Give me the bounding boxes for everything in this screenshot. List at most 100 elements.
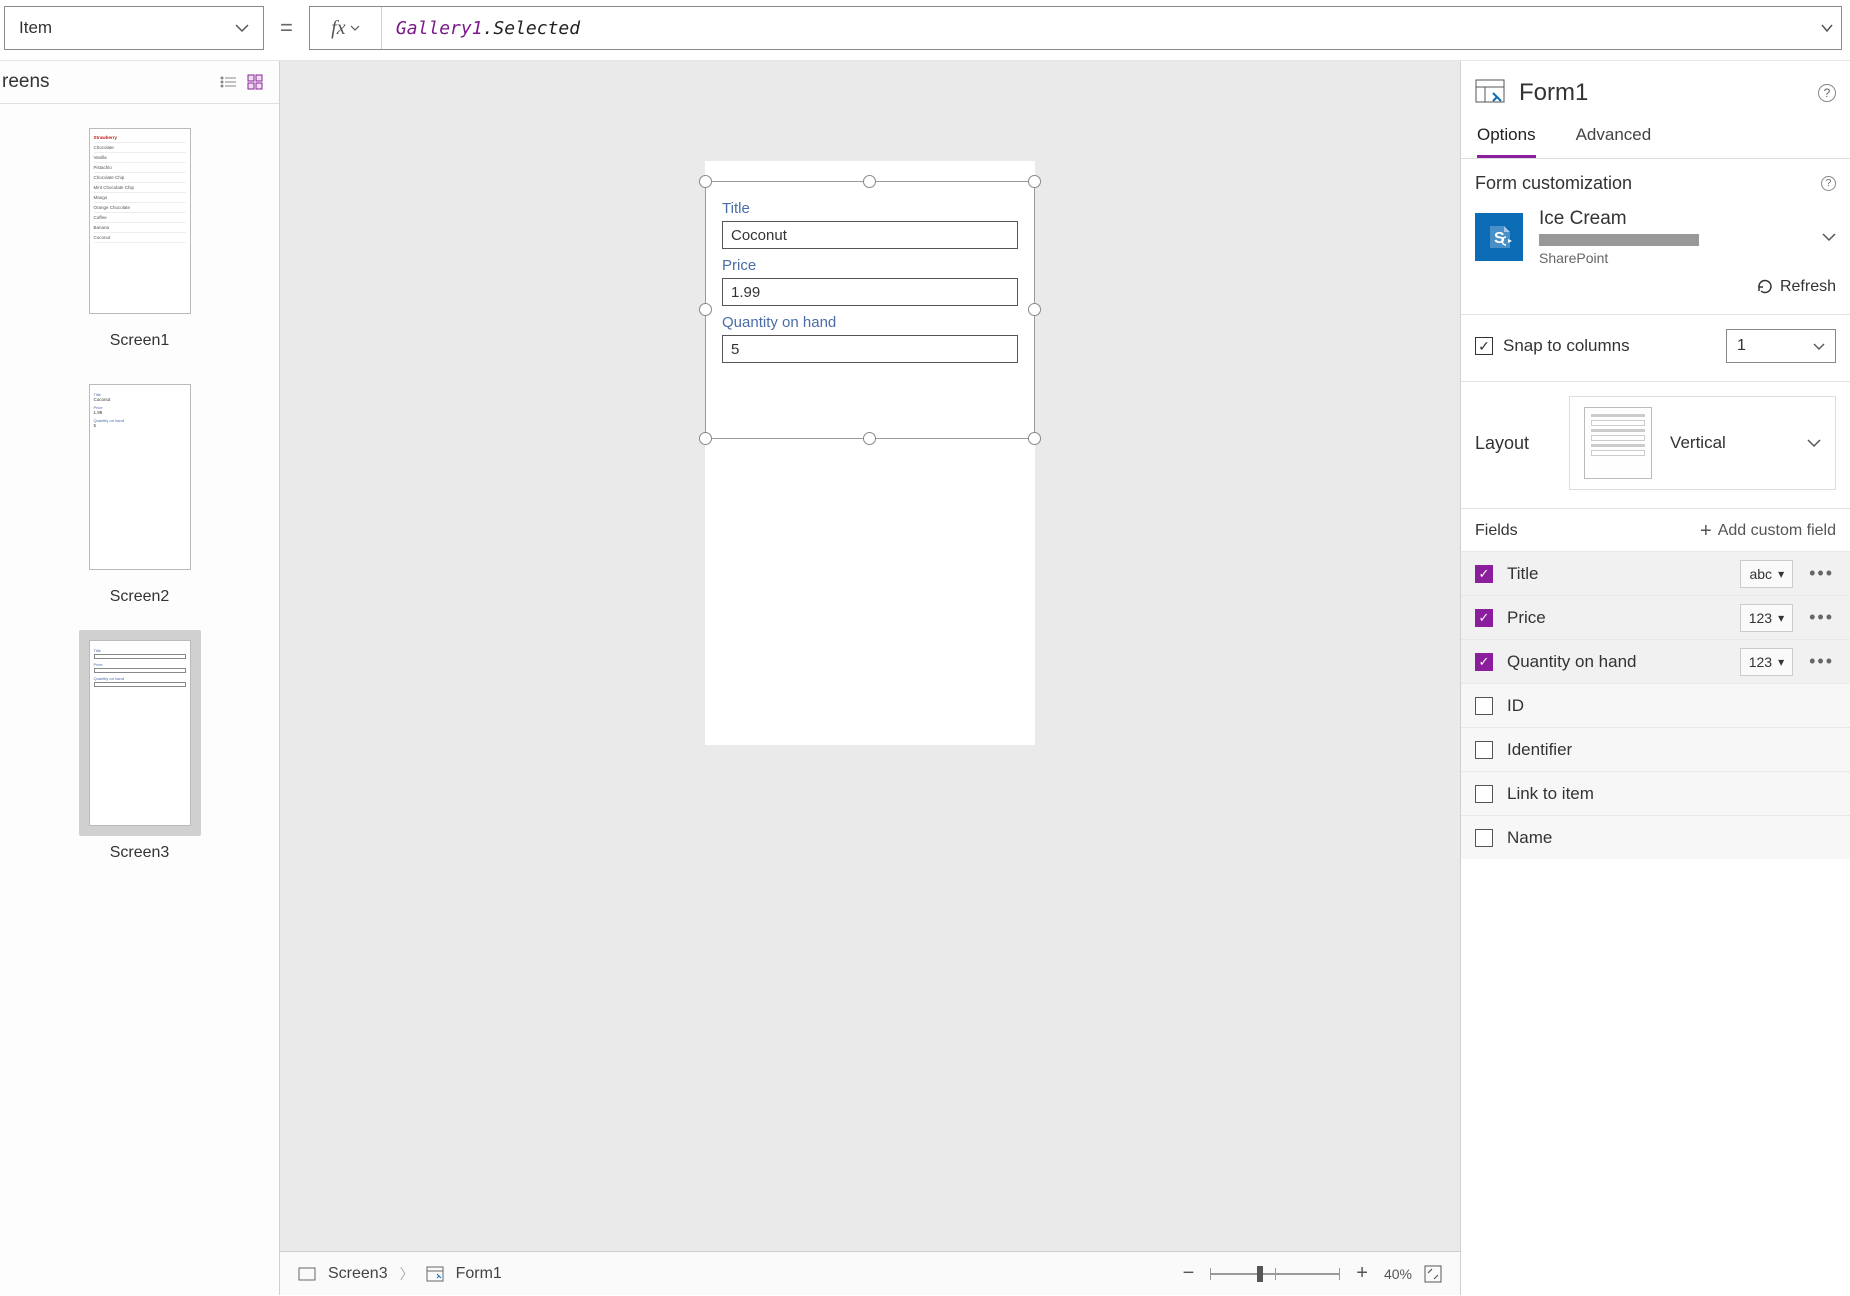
datasource-row[interactable]: S Ice Cream SharePoint: [1475, 208, 1836, 266]
zoom-out-button[interactable]: −: [1179, 1262, 1199, 1285]
field-menu-icon[interactable]: •••: [1807, 607, 1836, 628]
field-name: Name: [1507, 828, 1552, 848]
field-input-qty[interactable]: 5: [722, 335, 1018, 363]
selected-control-name: Form1: [1519, 79, 1588, 107]
screen1-label: Screen1: [79, 332, 201, 350]
field-row-name[interactable]: Name: [1461, 815, 1850, 859]
field-checkbox[interactable]: [1475, 785, 1493, 803]
field-checkbox[interactable]: [1475, 741, 1493, 759]
screen1-preview: Strawberry Chocolate Vanilla Pistachio C…: [89, 128, 191, 314]
layout-label: Layout: [1475, 433, 1529, 454]
resize-handle[interactable]: [1028, 432, 1041, 445]
breadcrumb-form[interactable]: Form1: [456, 1265, 502, 1283]
resize-handle[interactable]: [1028, 303, 1041, 316]
formula-input[interactable]: Gallery1.Selected: [382, 7, 1813, 49]
field-name: Price: [1507, 608, 1546, 628]
property-selector[interactable]: Item: [4, 6, 264, 50]
field-type-select[interactable]: 123▾: [1740, 648, 1793, 676]
screen2-preview: Title Coconut Price 1.99 Quantity on han…: [89, 384, 191, 570]
field-row-id[interactable]: ID: [1461, 683, 1850, 727]
equals-label: =: [280, 15, 293, 41]
zoom-controls: − + 40%: [1179, 1262, 1442, 1285]
field-name: ID: [1507, 696, 1524, 716]
field-name: Title: [1507, 564, 1539, 584]
formula-bar[interactable]: fx Gallery1.Selected: [309, 6, 1842, 50]
snap-label: Snap to columns: [1503, 336, 1630, 356]
layout-preview-icon: [1584, 407, 1652, 479]
field-row-price[interactable]: Price 123▾ •••: [1461, 595, 1850, 639]
fx-icon[interactable]: fx: [310, 7, 382, 49]
field-checkbox[interactable]: [1475, 653, 1493, 671]
help-icon[interactable]: ?: [1818, 84, 1836, 102]
screen-thumb-3[interactable]: Title Price Quantity on hand Screen3: [79, 630, 201, 862]
zoom-in-button[interactable]: +: [1352, 1262, 1372, 1285]
zoom-percent: 40%: [1384, 1266, 1412, 1282]
form-control-selected[interactable]: Title Coconut Price 1.99 Quantity on han…: [705, 181, 1035, 439]
field-checkbox[interactable]: [1475, 565, 1493, 583]
properties-panel: Form1 ? Options Advanced Form customizat…: [1460, 61, 1850, 1295]
datasource-account-redacted: [1539, 234, 1699, 246]
field-input-title[interactable]: Coconut: [722, 221, 1018, 249]
field-name: Quantity on hand: [1507, 652, 1636, 672]
resize-handle[interactable]: [699, 303, 712, 316]
help-icon[interactable]: ?: [1821, 176, 1836, 191]
canvas[interactable]: Title Coconut Price 1.99 Quantity on han…: [280, 61, 1460, 1295]
datasource-type: SharePoint: [1539, 250, 1699, 266]
field-type-select[interactable]: 123▾: [1740, 604, 1793, 632]
field-row-identifier[interactable]: Identifier: [1461, 727, 1850, 771]
field-name: Identifier: [1507, 740, 1572, 760]
resize-handle[interactable]: [699, 432, 712, 445]
field-row-title[interactable]: Title abc▾ •••: [1461, 551, 1850, 595]
screen-icon: [298, 1267, 316, 1281]
resize-handle[interactable]: [1028, 175, 1041, 188]
refresh-button[interactable]: Refresh: [1475, 278, 1836, 296]
field-checkbox[interactable]: [1475, 697, 1493, 715]
field-input-price[interactable]: 1.99: [722, 278, 1018, 306]
field-checkbox[interactable]: [1475, 829, 1493, 847]
fit-icon[interactable]: [1424, 1265, 1442, 1283]
field-row-link[interactable]: Link to item: [1461, 771, 1850, 815]
list-view-icon[interactable]: [219, 74, 237, 90]
app-screen[interactable]: Title Coconut Price 1.99 Quantity on han…: [705, 161, 1035, 745]
formula-expand-icon[interactable]: [1813, 7, 1841, 49]
sharepoint-icon: S: [1475, 213, 1523, 261]
datasource-name: Ice Cream: [1539, 208, 1699, 230]
field-menu-icon[interactable]: •••: [1807, 651, 1836, 672]
snap-columns-select[interactable]: 1: [1726, 329, 1836, 363]
layout-select[interactable]: Vertical: [1670, 433, 1821, 453]
screen3-label: Screen3: [79, 844, 201, 862]
screen-thumb-1[interactable]: Strawberry Chocolate Vanilla Pistachio C…: [79, 118, 201, 350]
form-type-icon: [1475, 79, 1505, 107]
resize-handle[interactable]: [863, 432, 876, 445]
resize-handle[interactable]: [863, 175, 876, 188]
breadcrumb-sep: 〉: [400, 1264, 414, 1284]
field-row-quantity[interactable]: Quantity on hand 123▾ •••: [1461, 639, 1850, 683]
add-custom-field-button[interactable]: + Add custom field: [1700, 521, 1836, 541]
form-customization-heading: Form customization ?: [1475, 173, 1836, 194]
form-icon: [426, 1266, 444, 1282]
property-name: Item: [19, 18, 52, 38]
screen2-label: Screen2: [79, 588, 201, 606]
resize-handle[interactable]: [699, 175, 712, 188]
field-label-title: Title: [722, 200, 1018, 217]
zoom-slider[interactable]: [1210, 1273, 1340, 1275]
field-name: Link to item: [1507, 784, 1594, 804]
screen3-preview: Title Price Quantity on hand: [89, 640, 191, 826]
tab-options[interactable]: Options: [1477, 117, 1536, 158]
fields-heading: Fields: [1475, 522, 1518, 540]
breadcrumb-screen[interactable]: Screen3: [328, 1265, 388, 1283]
field-label-qty: Quantity on hand: [722, 314, 1018, 331]
field-label-price: Price: [722, 257, 1018, 274]
chevron-down-icon[interactable]: [1822, 232, 1836, 242]
field-checkbox[interactable]: [1475, 609, 1493, 627]
field-menu-icon[interactable]: •••: [1807, 563, 1836, 584]
screen-thumb-2[interactable]: Title Coconut Price 1.99 Quantity on han…: [79, 374, 201, 606]
screens-panel: reens Strawberry Chocolate Vanilla P: [0, 61, 280, 1295]
snap-checkbox[interactable]: [1475, 337, 1493, 355]
chevron-down-icon: [235, 23, 249, 33]
status-bar: Screen3 〉 Form1 − + 40%: [280, 1251, 1460, 1295]
tab-advanced[interactable]: Advanced: [1576, 117, 1652, 158]
formula-ref: Gallery1: [396, 18, 483, 39]
field-type-select[interactable]: abc▾: [1740, 560, 1793, 588]
grid-view-icon[interactable]: [247, 74, 263, 90]
